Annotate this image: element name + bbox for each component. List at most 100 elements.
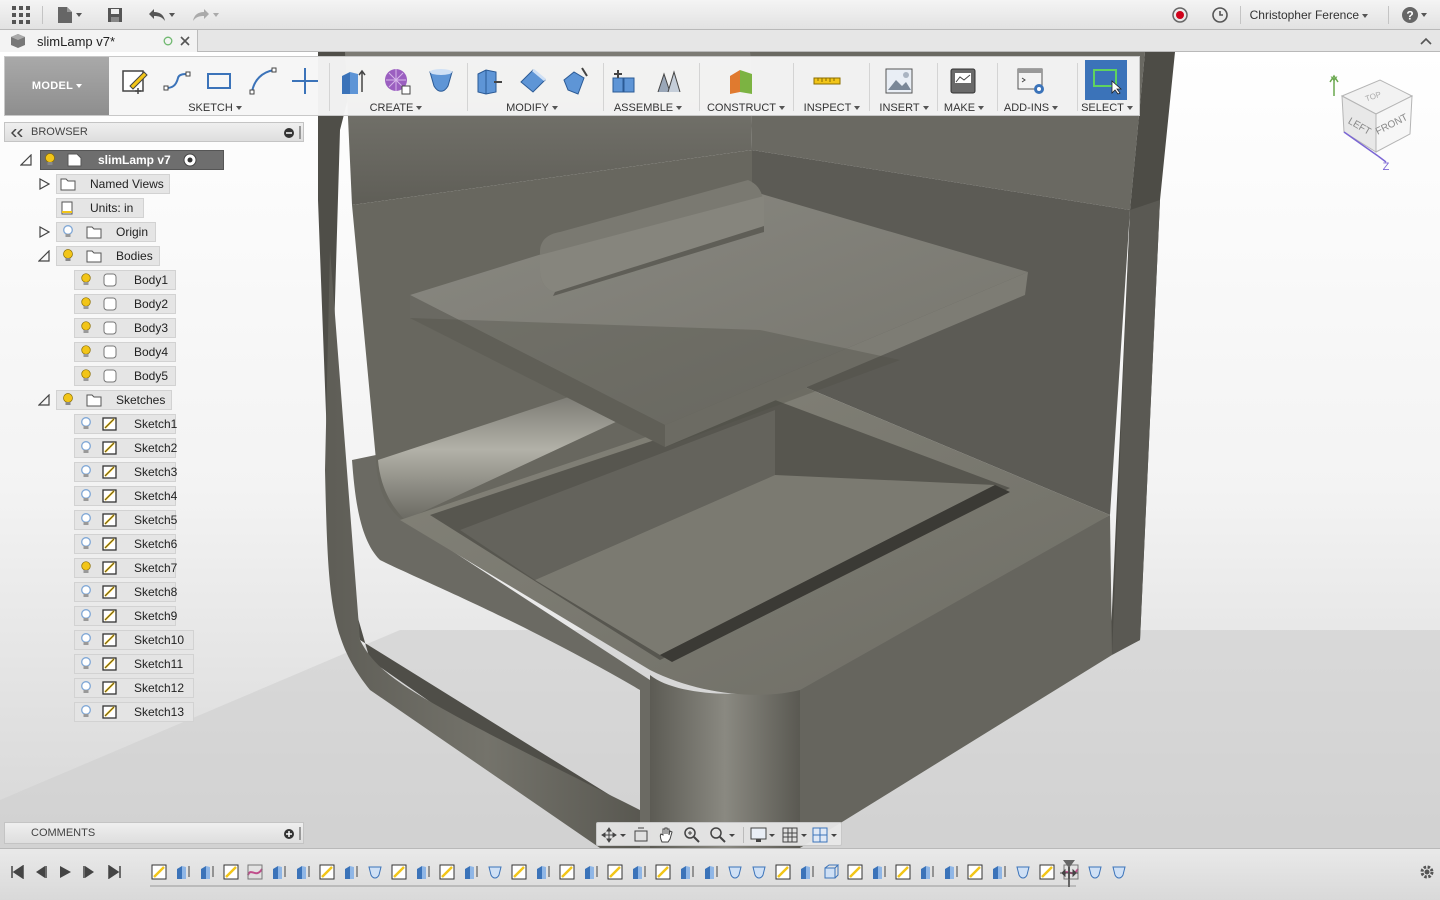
workspace-switcher-button[interactable]: MODEL <box>5 57 109 115</box>
visibility-bulb-icon[interactable] <box>80 705 92 719</box>
visibility-bulb-icon[interactable] <box>44 153 56 167</box>
timeline-box-icon[interactable] <box>822 863 840 881</box>
timeline-extrude-icon[interactable] <box>414 863 432 881</box>
timeline-extrude-icon[interactable] <box>582 863 600 881</box>
tree-units[interactable]: Units: in <box>56 198 146 218</box>
timeline-sketch-icon[interactable] <box>390 863 408 881</box>
insert-image-icon[interactable] <box>881 63 917 99</box>
collapse-triangle-icon[interactable] <box>20 154 32 166</box>
3d-print-icon[interactable] <box>945 63 981 99</box>
redo-icon[interactable] <box>188 5 222 25</box>
timeline-extrude-icon[interactable] <box>798 863 816 881</box>
apps-grid-icon[interactable] <box>10 5 32 25</box>
offset-plane-icon[interactable] <box>723 63 759 99</box>
timeline-extrude-icon[interactable] <box>534 863 552 881</box>
timeline-sketch-icon[interactable] <box>318 863 336 881</box>
view-cube[interactable]: Y TOP LEFT FRONT Z <box>1320 66 1430 176</box>
scripts-addins-icon[interactable] <box>1013 63 1049 99</box>
timeline-sketch-icon[interactable] <box>1038 863 1056 881</box>
timeline-extrude-icon[interactable] <box>270 863 288 881</box>
timeline-sketch-icon[interactable] <box>510 863 528 881</box>
extrude-icon[interactable] <box>335 63 371 99</box>
visibility-bulb-icon[interactable] <box>80 537 92 551</box>
timeline-extrude-icon[interactable] <box>342 863 360 881</box>
timeline-sketch-icon[interactable] <box>774 863 792 881</box>
activate-radio-icon[interactable] <box>183 153 197 167</box>
timeline-sketch-icon[interactable] <box>654 863 672 881</box>
sketch-row[interactable]: Sketch10 <box>74 630 204 650</box>
timeline-extrude-icon[interactable] <box>702 863 720 881</box>
line-icon[interactable] <box>159 63 195 99</box>
body-row[interactable]: Body5 <box>74 366 204 386</box>
form-icon[interactable] <box>379 63 415 99</box>
visibility-bulb-icon[interactable] <box>80 681 92 695</box>
sketch-row[interactable]: Sketch3 <box>74 462 204 482</box>
body-row[interactable]: Body3 <box>74 318 204 338</box>
visibility-bulb-icon[interactable] <box>80 273 92 287</box>
sketch-row[interactable]: Sketch13 <box>74 702 204 722</box>
sketch-row[interactable]: Sketch2 <box>74 438 204 458</box>
panel-grip[interactable] <box>299 126 301 139</box>
visibility-bulb-icon[interactable] <box>62 249 74 263</box>
timeline-extrude-icon[interactable] <box>174 863 192 881</box>
go-to-start-icon[interactable] <box>10 865 24 879</box>
timeline-sketch-icon[interactable] <box>606 863 624 881</box>
timeline-extrude-icon[interactable] <box>918 863 936 881</box>
close-tab-icon[interactable] <box>180 36 190 46</box>
timeline-sketch-icon[interactable] <box>846 863 864 881</box>
step-forward-icon[interactable] <box>82 865 96 879</box>
sketch-menu[interactable]: SKETCH <box>155 102 275 114</box>
grid-settings-icon[interactable] <box>781 826 809 844</box>
visibility-bulb-icon[interactable] <box>80 465 92 479</box>
timeline-extrude-icon[interactable] <box>198 863 216 881</box>
save-icon[interactable] <box>104 5 126 25</box>
tree-origin[interactable]: Origin <box>38 222 158 242</box>
help-icon[interactable]: ? <box>1398 5 1430 25</box>
timeline-extrude-icon[interactable] <box>870 863 888 881</box>
timeline-sketch-icon[interactable] <box>150 863 168 881</box>
browser-header[interactable]: BROWSER <box>4 122 304 142</box>
undo-icon[interactable] <box>144 5 178 25</box>
clock-icon[interactable] <box>1210 5 1230 25</box>
tree-root[interactable]: slimLamp v7 <box>20 150 224 170</box>
pan-hand-icon[interactable] <box>657 826 675 844</box>
visibility-bulb-icon[interactable] <box>62 225 74 239</box>
new-component-icon[interactable] <box>607 63 643 99</box>
sketch-row[interactable]: Sketch5 <box>74 510 204 530</box>
sketch-row[interactable]: Sketch8 <box>74 582 204 602</box>
timeline-revolve-icon[interactable] <box>726 863 744 881</box>
visibility-bulb-icon[interactable] <box>80 441 92 455</box>
visibility-bulb-icon[interactable] <box>80 609 92 623</box>
joint-icon[interactable] <box>651 63 687 99</box>
collapse-browser-icon[interactable] <box>11 129 23 137</box>
visibility-bulb-icon[interactable] <box>80 369 92 383</box>
timeline-form-icon[interactable] <box>246 863 264 881</box>
revolve-icon[interactable] <box>423 63 459 99</box>
timeline-sketch-icon[interactable] <box>966 863 984 881</box>
expand-triangle-icon[interactable] <box>38 226 50 238</box>
play-icon[interactable] <box>58 865 72 879</box>
model-render[interactable] <box>0 52 1440 848</box>
expand-triangle-icon[interactable] <box>38 178 50 190</box>
create-sketch-icon[interactable] <box>117 63 153 99</box>
timeline-revolve-icon[interactable] <box>1014 863 1032 881</box>
timeline-sketch-icon[interactable] <box>894 863 912 881</box>
timeline-settings-gear-icon[interactable] <box>1418 863 1436 881</box>
select-tool-icon[interactable] <box>1085 60 1127 100</box>
timeline-revolve-icon[interactable] <box>486 863 504 881</box>
timeline-extrude-icon[interactable] <box>678 863 696 881</box>
timeline-revolve-icon[interactable] <box>366 863 384 881</box>
document-tab[interactable]: slimLamp v7* <box>0 30 198 52</box>
fillet-icon[interactable] <box>515 63 551 99</box>
assemble-menu[interactable]: ASSEMBLE <box>593 102 703 114</box>
timeline-extrude-icon[interactable] <box>294 863 312 881</box>
timeline-extrude-icon[interactable] <box>990 863 1008 881</box>
collapse-triangle-icon[interactable] <box>38 394 50 406</box>
sketch-row[interactable]: Sketch11 <box>74 654 204 674</box>
point-icon[interactable] <box>287 63 323 99</box>
measure-icon[interactable] <box>809 63 845 99</box>
visibility-bulb-icon[interactable] <box>80 561 92 575</box>
sketch-row[interactable]: Sketch7 <box>74 558 204 578</box>
tree-sketches[interactable]: Sketches <box>38 390 174 410</box>
display-settings-icon[interactable] <box>749 826 777 844</box>
